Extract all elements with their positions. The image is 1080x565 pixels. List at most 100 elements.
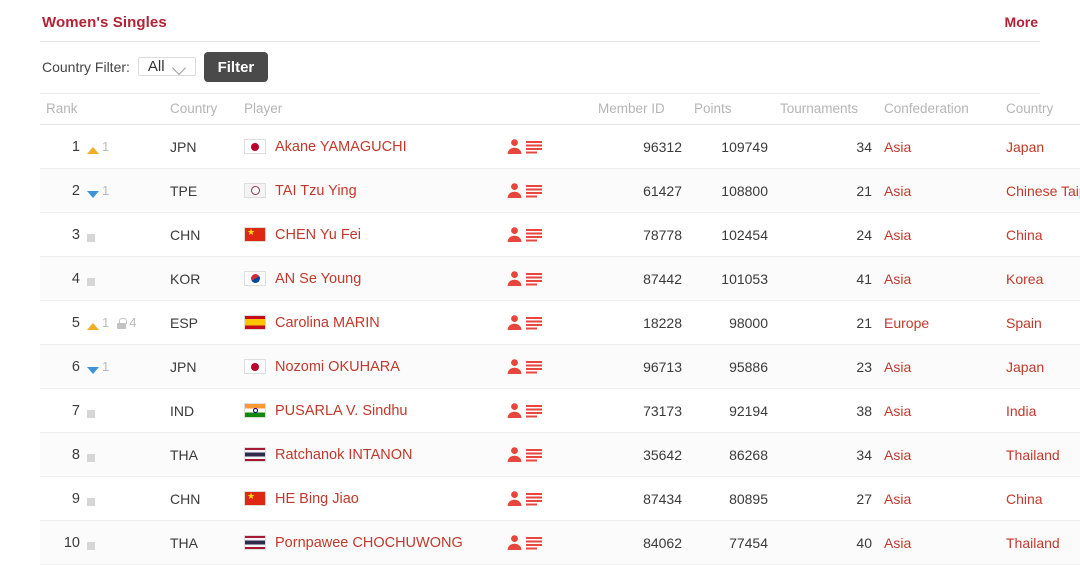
player-name-link[interactable]: CHEN Yu Fei [275,227,361,243]
list-lines-icon[interactable] [526,447,542,463]
tournaments-value: 34 [856,138,872,155]
cell-actions [500,256,592,301]
flag-icon-chn [244,227,266,242]
confederation-link[interactable]: Asia [884,491,911,507]
cell-player: TAI Tzu Ying [238,168,500,213]
person-profile-icon[interactable] [506,182,523,199]
cell-country: Thailand [1000,520,1080,565]
rank-change-indicator [87,271,98,287]
cell-points: 77454 [688,520,774,565]
points-value: 80895 [729,490,768,507]
cell-player: CHEN Yu Fei [238,212,500,257]
country-link[interactable]: Thailand [1006,535,1060,551]
player-name-link[interactable]: Carolina MARIN [275,315,380,331]
country-link[interactable]: Spain [1006,315,1042,331]
person-profile-icon[interactable] [506,446,523,463]
list-lines-icon[interactable] [526,139,542,155]
filter-button[interactable]: Filter [203,52,269,82]
player-name-link[interactable]: HE Bing Jiao [275,491,359,507]
confederation-link[interactable]: Asia [884,447,911,463]
person-profile-icon[interactable] [506,226,523,243]
page-title: Women's Singles [42,14,167,31]
flag-icon-tha [244,447,266,462]
confederation-link[interactable]: Asia [884,535,911,551]
cell-country: Japan [1000,344,1080,389]
more-link[interactable]: More [1005,14,1038,30]
person-profile-icon[interactable] [506,314,523,331]
person-profile-icon[interactable] [506,138,523,155]
column-header-rank[interactable]: Rank [40,94,164,125]
rank-number: 1 [71,138,80,155]
cell-rank: 9 [40,476,164,521]
column-header-member-id[interactable]: Member ID [592,94,688,125]
column-header-confederation[interactable]: Confederation [878,94,1000,125]
country-link[interactable]: Chinese Taipei [1006,183,1080,199]
flag-icon-jpn [244,139,266,154]
person-profile-icon[interactable] [506,270,523,287]
confederation-link[interactable]: Europe [884,315,929,331]
list-lines-icon[interactable] [526,535,542,551]
cell-confederation: Asia [878,168,1000,213]
cell-member-id: 96713 [592,344,688,389]
column-header-country[interactable]: Country [1000,94,1080,125]
list-lines-icon[interactable] [526,359,542,375]
cell-member-id: 61427 [592,168,688,213]
rank-number: 8 [71,446,80,463]
rank-change-indicator: 1 [87,183,109,199]
cell-rank: 61 [40,344,164,389]
confederation-link[interactable]: Asia [884,403,911,419]
table-row: 8 THA Ratchanok INTANON 35642 86268 34 Asia Tha… [40,432,1080,477]
triangle-up-icon [87,315,99,331]
country-link[interactable]: China [1006,227,1043,243]
list-lines-icon[interactable] [526,271,542,287]
list-lines-icon[interactable] [526,315,542,331]
column-header-country-abbr[interactable]: Country [164,94,238,125]
player-name-link[interactable]: Pornpawee CHOCHUWONG [275,535,463,551]
cell-country-abbr: CHN [164,212,238,257]
confederation-link[interactable]: Asia [884,271,911,287]
table-row: 3 CHN CHEN Yu Fei 78778 102454 24 Asia China [40,212,1080,257]
country-link[interactable]: Korea [1006,271,1043,287]
column-header-player[interactable]: Player [238,94,500,125]
country-link[interactable]: Japan [1006,359,1044,375]
confederation-link[interactable]: Asia [884,359,911,375]
country-filter-select[interactable]: All [137,57,196,76]
player-name-link[interactable]: Ratchanok INTANON [275,447,413,463]
player-name-link[interactable]: Nozomi OKUHARA [275,359,400,375]
cell-country: China [1000,476,1080,521]
cell-tournaments: 34 [774,124,878,169]
cell-confederation: Asia [878,212,1000,257]
confederation-link[interactable]: Asia [884,227,911,243]
cell-tournaments: 34 [774,432,878,477]
person-profile-icon[interactable] [506,402,523,419]
country-link[interactable]: China [1006,491,1043,507]
player-name-link[interactable]: PUSARLA V. Sindhu [275,403,407,419]
confederation-link[interactable]: Asia [884,183,911,199]
table-header-row: Rank Country Player Member ID Points Tou… [40,94,1080,125]
country-link[interactable]: Japan [1006,139,1044,155]
cell-country-abbr: THA [164,520,238,565]
player-name-link[interactable]: Akane YAMAGUCHI [275,139,407,155]
table-row: 4 KOR AN Se Young 87442 101053 41 Asia Korea [40,256,1080,301]
column-header-tournaments[interactable]: Tournaments [774,94,878,125]
country-link[interactable]: Thailand [1006,447,1060,463]
player-name-link[interactable]: TAI Tzu Ying [275,183,357,199]
person-profile-icon[interactable] [506,534,523,551]
cell-confederation: Asia [878,432,1000,477]
list-lines-icon[interactable] [526,491,542,507]
tournaments-value: 41 [856,270,872,287]
confederation-link[interactable]: Asia [884,139,911,155]
person-profile-icon[interactable] [506,490,523,507]
rank-change-indicator: 1 [87,359,109,375]
person-profile-icon[interactable] [506,358,523,375]
list-lines-icon[interactable] [526,227,542,243]
player-name-link[interactable]: AN Se Young [275,271,361,287]
cell-actions [500,124,592,169]
list-lines-icon[interactable] [526,183,542,199]
points-value: 95886 [729,358,768,375]
column-header-points[interactable]: Points [688,94,774,125]
cell-country-abbr: JPN [164,344,238,389]
country-link[interactable]: India [1006,403,1036,419]
cell-points: 92194 [688,388,774,433]
list-lines-icon[interactable] [526,403,542,419]
